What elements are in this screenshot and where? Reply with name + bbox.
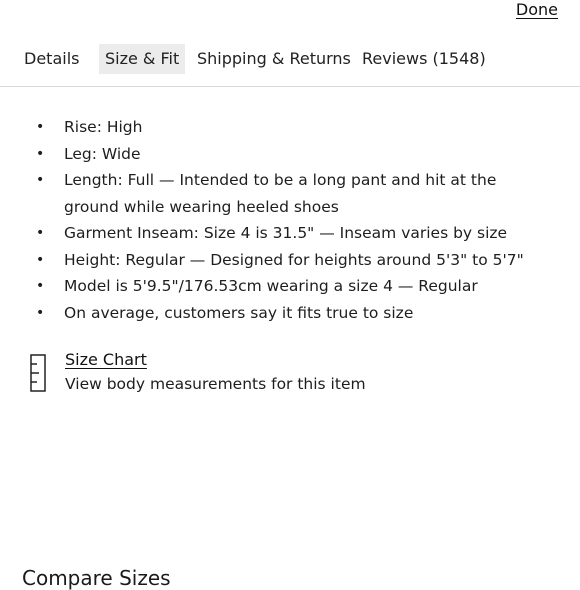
fit-detail-text: Garment Inseam: Size 4 is 31.5" — Inseam… <box>64 224 508 242</box>
bullet-icon: • <box>36 172 45 188</box>
fit-detail-text: Leg: Wide <box>64 144 141 163</box>
tab-size-and-fit[interactable]: Size & Fit <box>99 44 186 74</box>
list-item: • Length: Full — Intended to be a long pa… <box>0 167 580 220</box>
tab-shipping-returns[interactable]: Shipping & Returns <box>197 44 351 74</box>
size-chart-link[interactable]: Size Chart <box>65 350 147 369</box>
size-chart-section: Size Chart View body measurements for th… <box>28 348 568 398</box>
list-item: • Leg: Wide <box>0 141 580 168</box>
bullet-icon: • <box>36 304 45 321</box>
fit-detail-text: Height: Regular — Designed for heights a… <box>64 250 524 269</box>
tab-details[interactable]: Details <box>24 44 79 74</box>
bullet-icon: • <box>36 145 45 162</box>
list-item: • On average, customers say it fits true … <box>0 300 580 327</box>
tab-reviews[interactable]: Reviews (1548) <box>362 44 486 74</box>
bullet-icon: • <box>36 225 45 241</box>
fit-detail-text: On average, customers say it fits true t… <box>64 303 414 322</box>
fit-detail-text: Length: Full — Intended to be a long pan… <box>64 171 497 216</box>
list-item: • Garment Inseam: Size 4 is 31.5" — Insea… <box>0 220 580 247</box>
bullet-icon: • <box>36 119 45 135</box>
tab-bar: Details Size & Fit Shipping & Returns Re… <box>0 44 580 87</box>
size-chart-subtitle: View body measurements for this item <box>65 375 366 393</box>
bullet-icon: • <box>36 251 45 268</box>
list-item: • Model is 5'9.5"/176.53cm wearing a size… <box>0 273 580 300</box>
bullet-icon: • <box>36 278 45 294</box>
fit-detail-text: Rise: High <box>64 118 143 136</box>
ruler-icon <box>30 354 46 392</box>
compare-sizes-heading: Compare Sizes <box>22 566 171 590</box>
fit-detail-text: Model is 5'9.5"/176.53cm wearing a size … <box>64 277 478 295</box>
list-item: • Height: Regular — Designed for heights … <box>0 247 580 274</box>
fit-details-list: • Rise: High • Leg: Wide • Length: Full — I… <box>0 114 580 326</box>
done-button[interactable]: Done <box>516 0 558 19</box>
list-item: • Rise: High <box>0 114 580 141</box>
